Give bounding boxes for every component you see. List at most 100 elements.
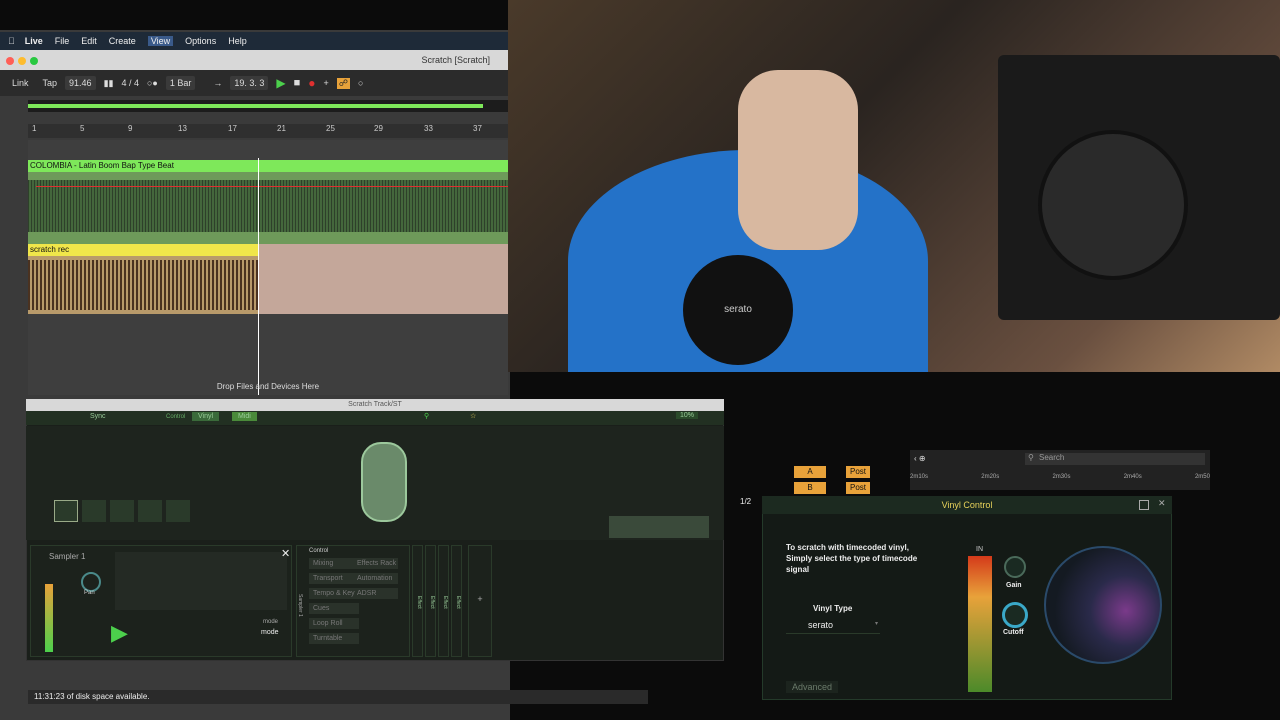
menu-edit[interactable]: Edit [81, 36, 97, 46]
cue-pad[interactable] [54, 500, 78, 522]
sync-button[interactable]: Sync [90, 413, 106, 420]
deck-waveform-area[interactable] [26, 426, 724, 540]
vinyl-type-select[interactable]: serato ▾ [786, 620, 880, 634]
follow-icon[interactable]: ○● [147, 78, 158, 88]
quantize-select[interactable]: 1 Bar [165, 76, 196, 90]
control-transport[interactable]: Transport [309, 573, 359, 584]
arrangement-position-field[interactable]: 19. 3. 3 [230, 76, 269, 90]
control-cues[interactable]: Cues [309, 603, 359, 614]
effect-slot[interactable]: Effect [412, 545, 423, 657]
midi-button[interactable]: Midi [232, 412, 257, 421]
menu-view[interactable]: View [147, 36, 174, 46]
input-label: IN [976, 546, 983, 553]
control-loop-roll[interactable]: Loop Roll [309, 618, 359, 629]
control-automation[interactable]: Automation [355, 573, 399, 584]
ruler-mark: 33 [424, 124, 433, 133]
maximize-icon[interactable] [1139, 500, 1149, 510]
control-turntable[interactable]: Turntable [309, 633, 359, 644]
link-button[interactable]: Link [12, 78, 29, 88]
time-label: 2m40s [1123, 474, 1142, 480]
menu-file[interactable]: File [55, 36, 70, 46]
menu-help[interactable]: Help [228, 36, 247, 46]
menu-live[interactable]: Live [25, 36, 43, 46]
cue-pad[interactable] [82, 500, 106, 522]
gain-knob[interactable] [1004, 556, 1026, 578]
play-button[interactable]: ▶ [276, 76, 285, 90]
close-icon[interactable]: ✕ [1158, 498, 1166, 509]
cue-pad[interactable] [166, 500, 190, 522]
control-panel: Control Sampler 1 Mixing Transport Tempo… [296, 545, 410, 657]
minimize-window-icon[interactable] [18, 57, 26, 65]
serato-label: serato [683, 255, 793, 365]
overdub-icon[interactable]: + [324, 78, 329, 88]
post-button[interactable]: Post [846, 482, 870, 494]
chevron-down-icon: ▾ [874, 621, 878, 627]
loop-icon[interactable]: ○ [358, 78, 363, 88]
vinyl-button[interactable]: Vinyl [192, 412, 220, 421]
metronome-icon[interactable]: ▮▮ [104, 78, 114, 89]
jog-wheel [1038, 130, 1188, 280]
control-effects-rack[interactable]: Effects Rack [355, 558, 399, 569]
search-placeholder: Search [1039, 453, 1065, 462]
sample-waveform[interactable] [115, 552, 287, 610]
effect-slot[interactable]: Effect [438, 545, 449, 657]
play-button[interactable]: ▶ [111, 620, 128, 646]
automation-line[interactable] [36, 186, 508, 187]
level-meter [609, 516, 709, 538]
pan-label: Pan [84, 590, 95, 596]
clip-scratch-rec[interactable]: scratch rec [28, 244, 508, 314]
close-icon[interactable]: ✕ [281, 547, 290, 560]
advanced-button[interactable]: Advanced [786, 681, 839, 693]
zoom-out-icon[interactable]: ‹ ⊕ [914, 454, 926, 463]
drop-zone-hint[interactable]: Drop Files and Devices Here [28, 382, 508, 396]
ruler-mark: 21 [277, 124, 286, 133]
browser-panel: ‹ ⊕ ⚲ Search 2m10s 2m20s 2m30s 2m40s 2m5… [910, 450, 1210, 490]
effect-slot[interactable]: Effect [425, 545, 436, 657]
waveform [28, 260, 258, 310]
search-input[interactable]: ⚲ Search [1025, 453, 1205, 465]
star-icon[interactable]: ☆ [470, 412, 476, 420]
apple-icon[interactable]:  [8, 36, 15, 46]
crossfader-a-button[interactable]: A [794, 466, 826, 478]
cutoff-knob[interactable] [1002, 602, 1028, 628]
clip-title: COLOMBIA - Latin Boom Bap Type Beat [28, 160, 508, 172]
control-tempo-key[interactable]: Tempo & Key [309, 588, 359, 599]
zoom-window-icon[interactable] [30, 57, 38, 65]
ruler-mark: 1 [32, 124, 37, 133]
crossfader-b-button[interactable]: B [794, 482, 826, 494]
control-mixing[interactable]: Mixing [309, 558, 359, 569]
add-effect-button[interactable]: + [468, 545, 492, 657]
mode-select[interactable]: mode [261, 629, 279, 636]
arrangement-position-icon: → [213, 78, 223, 88]
tap-button[interactable]: Tap [43, 78, 58, 88]
vinyl-instruction: To scratch with timecoded vinyl, Simply … [786, 543, 918, 574]
time-label: 2m30s [1052, 474, 1071, 480]
input-meter [968, 556, 992, 692]
record-button[interactable]: ● [308, 76, 315, 90]
cue-pad[interactable] [110, 500, 134, 522]
bar-ruler[interactable]: 1 5 9 13 17 21 25 29 33 37 [28, 124, 508, 138]
arrangement-view[interactable]: COLOMBIA - Latin Boom Bap Type Beat scra… [28, 140, 508, 395]
tempo-field[interactable]: 91.46 [65, 76, 96, 90]
control-adsr[interactable]: ADSR [355, 588, 399, 599]
menu-bar:  Live File Edit Create View Options Hel… [0, 32, 510, 50]
playhead[interactable] [258, 158, 259, 395]
automation-arm-icon[interactable]: ☍ [336, 77, 350, 89]
search-icon[interactable]: ⚲ [424, 412, 429, 420]
clip-colombia[interactable]: COLOMBIA - Latin Boom Bap Type Beat [28, 160, 508, 244]
menu-options[interactable]: Options [185, 36, 216, 46]
cue-pad[interactable] [138, 500, 162, 522]
cue-pads [54, 500, 218, 524]
stop-button[interactable]: ■ [294, 77, 301, 89]
close-window-icon[interactable] [6, 57, 14, 65]
sampler-panel: Sampler 1 ✕ Pan ▶ mode mode [30, 545, 292, 657]
arrangement-overview[interactable] [28, 100, 508, 112]
post-button[interactable]: Post [846, 466, 870, 478]
timeline-labels: 2m10s 2m20s 2m30s 2m40s 2m50 [910, 474, 1210, 480]
pan-knob[interactable] [81, 572, 101, 592]
time-signature-field[interactable]: 4 / 4 [121, 78, 139, 88]
menu-create[interactable]: Create [109, 36, 136, 46]
mode-label: mode [263, 619, 279, 625]
plugin-title: Scratch Track/ST [26, 399, 724, 411]
effect-slot[interactable]: Effect [451, 545, 462, 657]
